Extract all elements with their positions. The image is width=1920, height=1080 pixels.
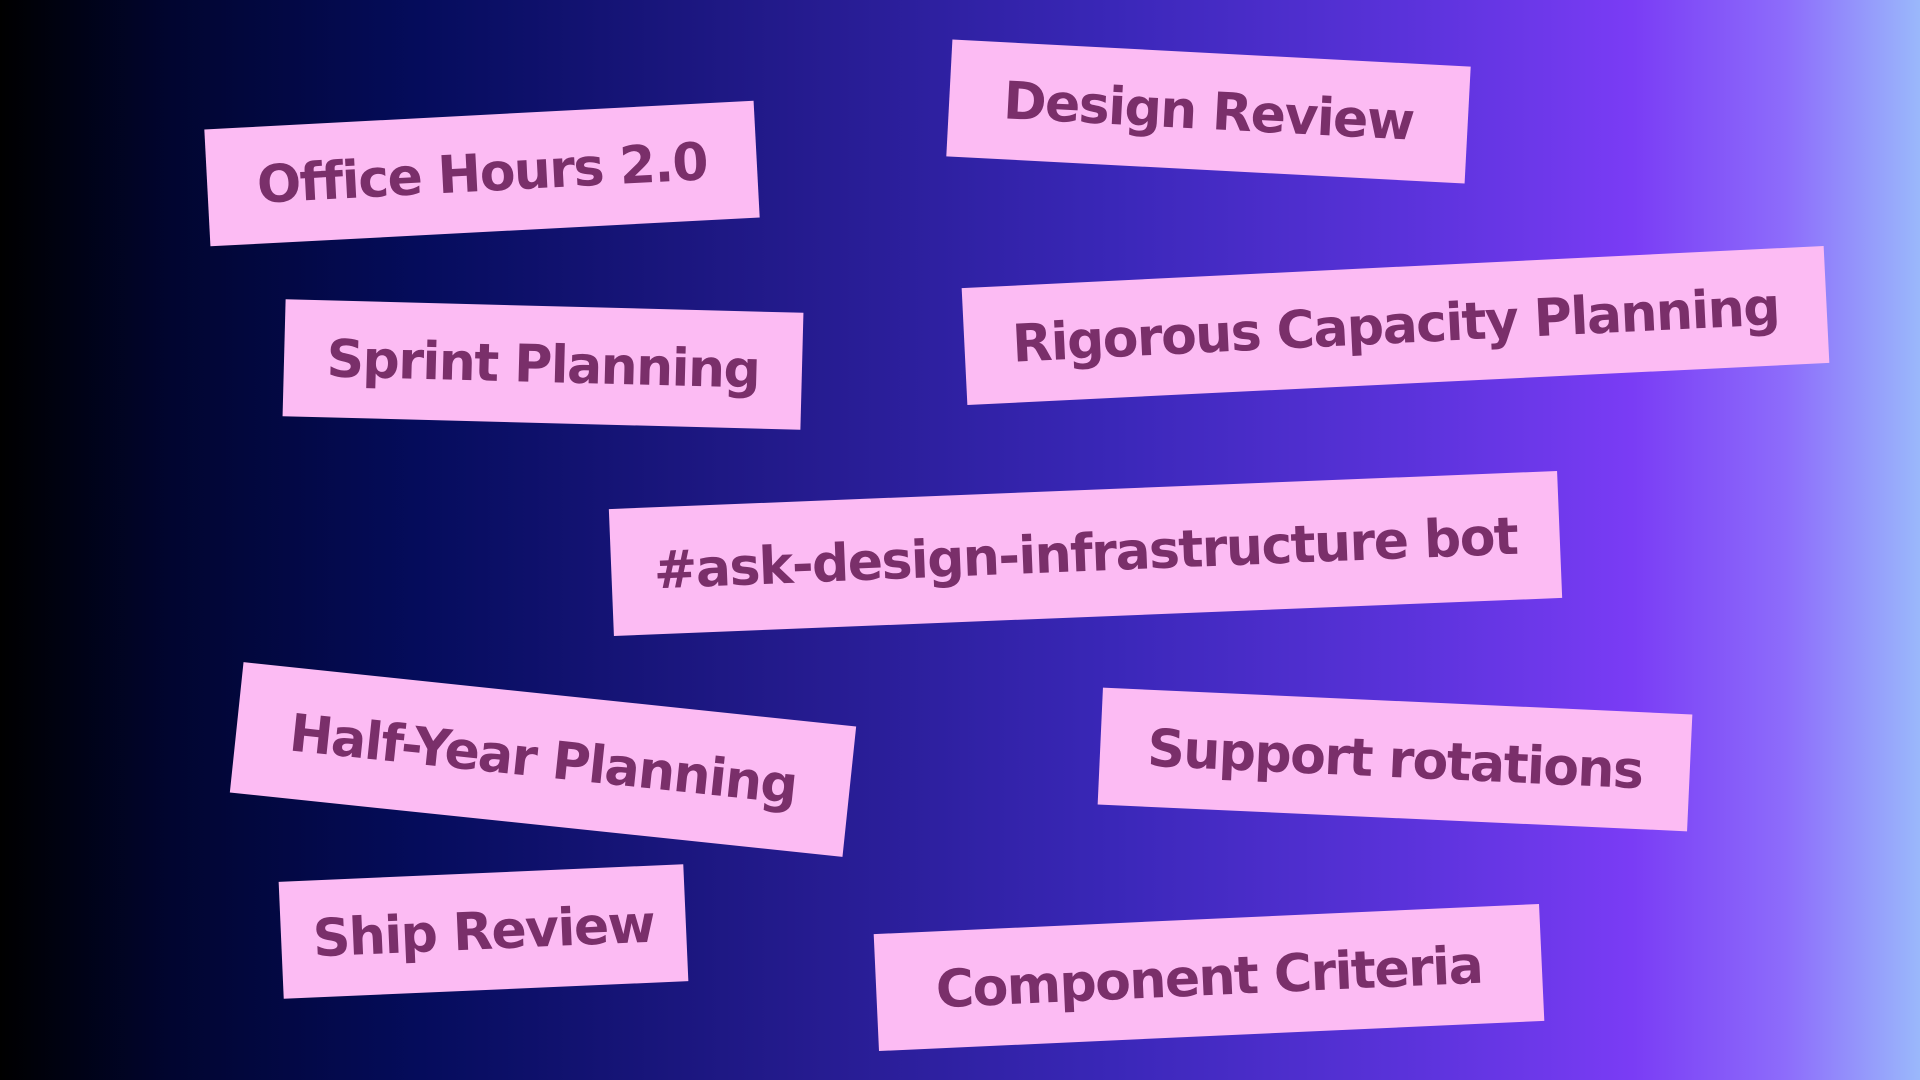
- tag-label: Sprint Planning: [325, 328, 761, 401]
- tag-label: Ship Review: [311, 894, 656, 969]
- tag-office-hours: Office Hours 2.0: [204, 100, 760, 247]
- tag-sprint-planning: Sprint Planning: [282, 299, 804, 430]
- tag-label: Design Review: [1002, 70, 1415, 153]
- tag-label: #ask-design-infrastructure bot: [652, 506, 1519, 601]
- tag-component-criteria: Component Criteria: [873, 903, 1545, 1052]
- tag-label: Office Hours 2.0: [255, 131, 709, 216]
- tag-support-rotations: Support rotations: [1097, 687, 1693, 832]
- tag-capacity-planning: Rigorous Capacity Planning: [961, 245, 1830, 406]
- tag-ask-design-bot: #ask-design-infrastructure bot: [608, 471, 1563, 636]
- tag-half-year-planning: Half-Year Planning: [229, 662, 857, 857]
- tag-label: Half-Year Planning: [286, 703, 800, 816]
- tag-label: Component Criteria: [934, 935, 1484, 1020]
- tag-label: Rigorous Capacity Planning: [1010, 276, 1781, 375]
- gradient-canvas: Office Hours 2.0 Design Review Sprint Pl…: [0, 0, 1920, 1080]
- tag-label: Support rotations: [1146, 718, 1644, 801]
- tag-design-review: Design Review: [946, 39, 1471, 184]
- tag-ship-review: Ship Review: [278, 864, 689, 999]
